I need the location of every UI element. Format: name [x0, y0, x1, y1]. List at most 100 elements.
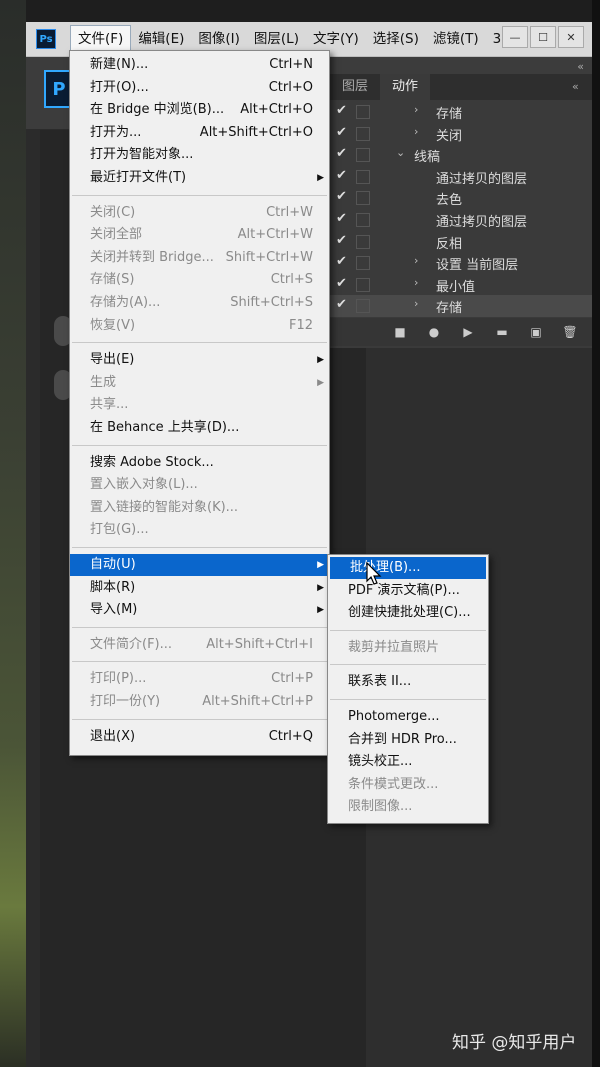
check-icon[interactable]: ✔: [336, 189, 350, 204]
dialog-toggle-box[interactable]: [356, 105, 370, 119]
action-row[interactable]: ✔ › 存储: [330, 295, 592, 318]
menu-item-label: 最近打开文件(T): [90, 170, 187, 185]
menu-item-label: 打开为智能对象...: [90, 147, 194, 163]
automate-menu-item[interactable]: 创建快捷批处理(C)...: [328, 602, 488, 624]
file-menu-item[interactable]: 脚本(R) ▶: [70, 577, 329, 599]
panel-expand-icon[interactable]: «: [572, 80, 579, 93]
action-row[interactable]: ✔ 通过拷贝的图层: [330, 209, 592, 231]
menu-select[interactable]: 选择(S): [366, 22, 426, 56]
action-row-label: 关闭: [436, 128, 463, 144]
menu-item-label: 文件简介(F)...: [90, 636, 173, 652]
chevron-right-icon[interactable]: ›: [414, 297, 418, 310]
action-row[interactable]: ✔ › 最小值: [330, 274, 592, 296]
menu-item-label: 镜头校正...: [348, 754, 413, 770]
menu-separator: [72, 194, 327, 196]
panel-tabs: 图层 动作: [330, 74, 592, 100]
action-row-label: 存储: [436, 301, 463, 317]
file-menu-item[interactable]: 打开为智能对象...: [70, 144, 329, 166]
action-row[interactable]: ✔ 反相: [330, 231, 592, 253]
action-row[interactable]: ✔ › 关闭: [330, 123, 592, 145]
dialog-toggle-box[interactable]: [356, 299, 370, 314]
file-menu-item[interactable]: 打开(O)... Ctrl+O: [70, 77, 329, 99]
menu-item-shortcut: Alt+Shift+Ctrl+O: [199, 124, 313, 140]
close-icon[interactable]: ✕: [558, 26, 584, 48]
file-menu-item[interactable]: 新建(N)... Ctrl+N: [70, 54, 329, 76]
file-menu-item[interactable]: 导出(E) ▶: [70, 349, 329, 371]
menu-item-label: 置入链接的智能对象(K)...: [90, 499, 239, 515]
maximize-icon[interactable]: ☐: [530, 26, 556, 48]
dialog-toggle-box[interactable]: [356, 213, 370, 227]
automate-menu-item[interactable]: 联系表 II...: [328, 671, 488, 693]
menu-filter[interactable]: 滤镜(T): [426, 22, 486, 56]
menu-item-label: 打包(G)...: [90, 522, 149, 538]
file-menu-item: 文件简介(F)... Alt+Shift+Ctrl+I: [70, 634, 329, 656]
check-icon[interactable]: ✔: [336, 146, 350, 161]
check-icon[interactable]: ✔: [336, 103, 350, 118]
action-row[interactable]: ✔ ⌄ 线稿: [330, 144, 592, 166]
submenu-arrow-icon: ▶: [317, 173, 324, 183]
automate-menu-item[interactable]: 批处理(B)...: [330, 557, 486, 579]
file-menu-item[interactable]: 打开为... Alt+Shift+Ctrl+O: [70, 122, 329, 144]
file-menu-item[interactable]: 退出(X) Ctrl+Q: [70, 726, 329, 748]
file-menu-item: 置入链接的智能对象(K)...: [70, 497, 329, 519]
action-row[interactable]: ✔ 去色: [330, 187, 592, 209]
check-icon[interactable]: ✔: [336, 233, 350, 248]
dialog-toggle-box[interactable]: [356, 148, 370, 163]
chevron-right-icon[interactable]: ›: [414, 254, 418, 267]
menu-item-label: 置入嵌入对象(L)...: [90, 477, 198, 493]
automate-menu-item[interactable]: 合并到 HDR Pro...: [328, 729, 488, 751]
chevron-right-icon[interactable]: ›: [414, 125, 418, 138]
action-row-label: 设置 当前图层: [436, 258, 519, 274]
play-icon[interactable]: ▶: [460, 325, 476, 339]
chevron-right-icon[interactable]: ›: [414, 103, 418, 116]
minimize-icon[interactable]: —: [502, 26, 528, 48]
file-menu-item[interactable]: 在 Behance 上共享(D)...: [70, 417, 329, 439]
check-icon[interactable]: ✔: [336, 125, 350, 140]
menu-item-label: 导出(E): [90, 352, 135, 368]
photoshop-app-icon[interactable]: Ps: [36, 29, 56, 49]
menu-item-label: 存储为(A)...: [90, 295, 161, 310]
menu-file[interactable]: 文件(F): [70, 25, 132, 53]
check-icon[interactable]: ✔: [336, 254, 350, 269]
menu-separator: [72, 342, 327, 344]
chevron-down-icon[interactable]: ⌄: [396, 146, 405, 159]
chevron-right-icon[interactable]: ›: [414, 276, 418, 289]
file-menu-item[interactable]: 导入(M) ▶: [70, 599, 329, 621]
file-menu-item[interactable]: 自动(U) ▶: [70, 554, 329, 576]
dialog-toggle-box[interactable]: [356, 191, 370, 206]
file-menu-item[interactable]: 搜索 Adobe Stock...: [70, 452, 329, 474]
action-row[interactable]: ✔ 通过拷贝的图层: [330, 166, 592, 188]
file-menu-item[interactable]: 最近打开文件(T) ▶: [70, 167, 329, 189]
automate-submenu: 批处理(B)... PDF 演示文稿(P)... 创建快捷批处理(C)... 裁剪并拉…: [327, 554, 489, 824]
check-icon[interactable]: ✔: [336, 276, 350, 291]
check-icon[interactable]: ✔: [336, 168, 350, 183]
stop-icon[interactable]: ■: [392, 325, 408, 339]
dialog-toggle-box[interactable]: [356, 234, 370, 249]
menu-item-label: 合并到 HDR Pro...: [348, 731, 457, 747]
check-icon[interactable]: ✔: [336, 211, 350, 226]
tab-layers[interactable]: 图层: [330, 74, 380, 100]
automate-menu-item[interactable]: 镜头校正...: [328, 751, 488, 773]
menu-item-shortcut: Ctrl+N: [269, 57, 313, 72]
check-icon[interactable]: ✔: [336, 297, 350, 312]
record-icon[interactable]: ●: [426, 325, 442, 339]
file-menu-item: 存储(S) Ctrl+S: [70, 269, 329, 291]
action-row-label: 存储: [436, 107, 463, 122]
automate-menu-item[interactable]: PDF 演示文稿(P)...: [328, 580, 488, 602]
dialog-toggle-box[interactable]: [356, 126, 370, 141]
menu-item-label: 限制图像...: [348, 799, 413, 815]
file-menu-item[interactable]: 在 Bridge 中浏览(B)... Alt+Ctrl+O: [70, 99, 329, 121]
automate-menu-item[interactable]: Photomerge...: [328, 706, 488, 728]
collapse-chevron-icon[interactable]: «: [577, 60, 584, 73]
new-action-icon[interactable]: ▣: [528, 325, 544, 339]
action-row[interactable]: ✔ › 存储: [330, 101, 592, 123]
action-row[interactable]: ✔ › 设置 当前图层: [330, 252, 592, 274]
menu-item-label: 导入(M): [90, 602, 138, 618]
trash-icon[interactable]: 🗑: [562, 325, 578, 339]
folder-icon[interactable]: ▬: [494, 325, 510, 339]
dialog-toggle-box[interactable]: [356, 277, 370, 292]
tab-actions[interactable]: 动作: [380, 74, 431, 100]
dialog-toggle-box[interactable]: [356, 169, 370, 184]
dialog-toggle-box[interactable]: [356, 256, 370, 271]
menu-item-label: Photomerge...: [348, 709, 440, 724]
